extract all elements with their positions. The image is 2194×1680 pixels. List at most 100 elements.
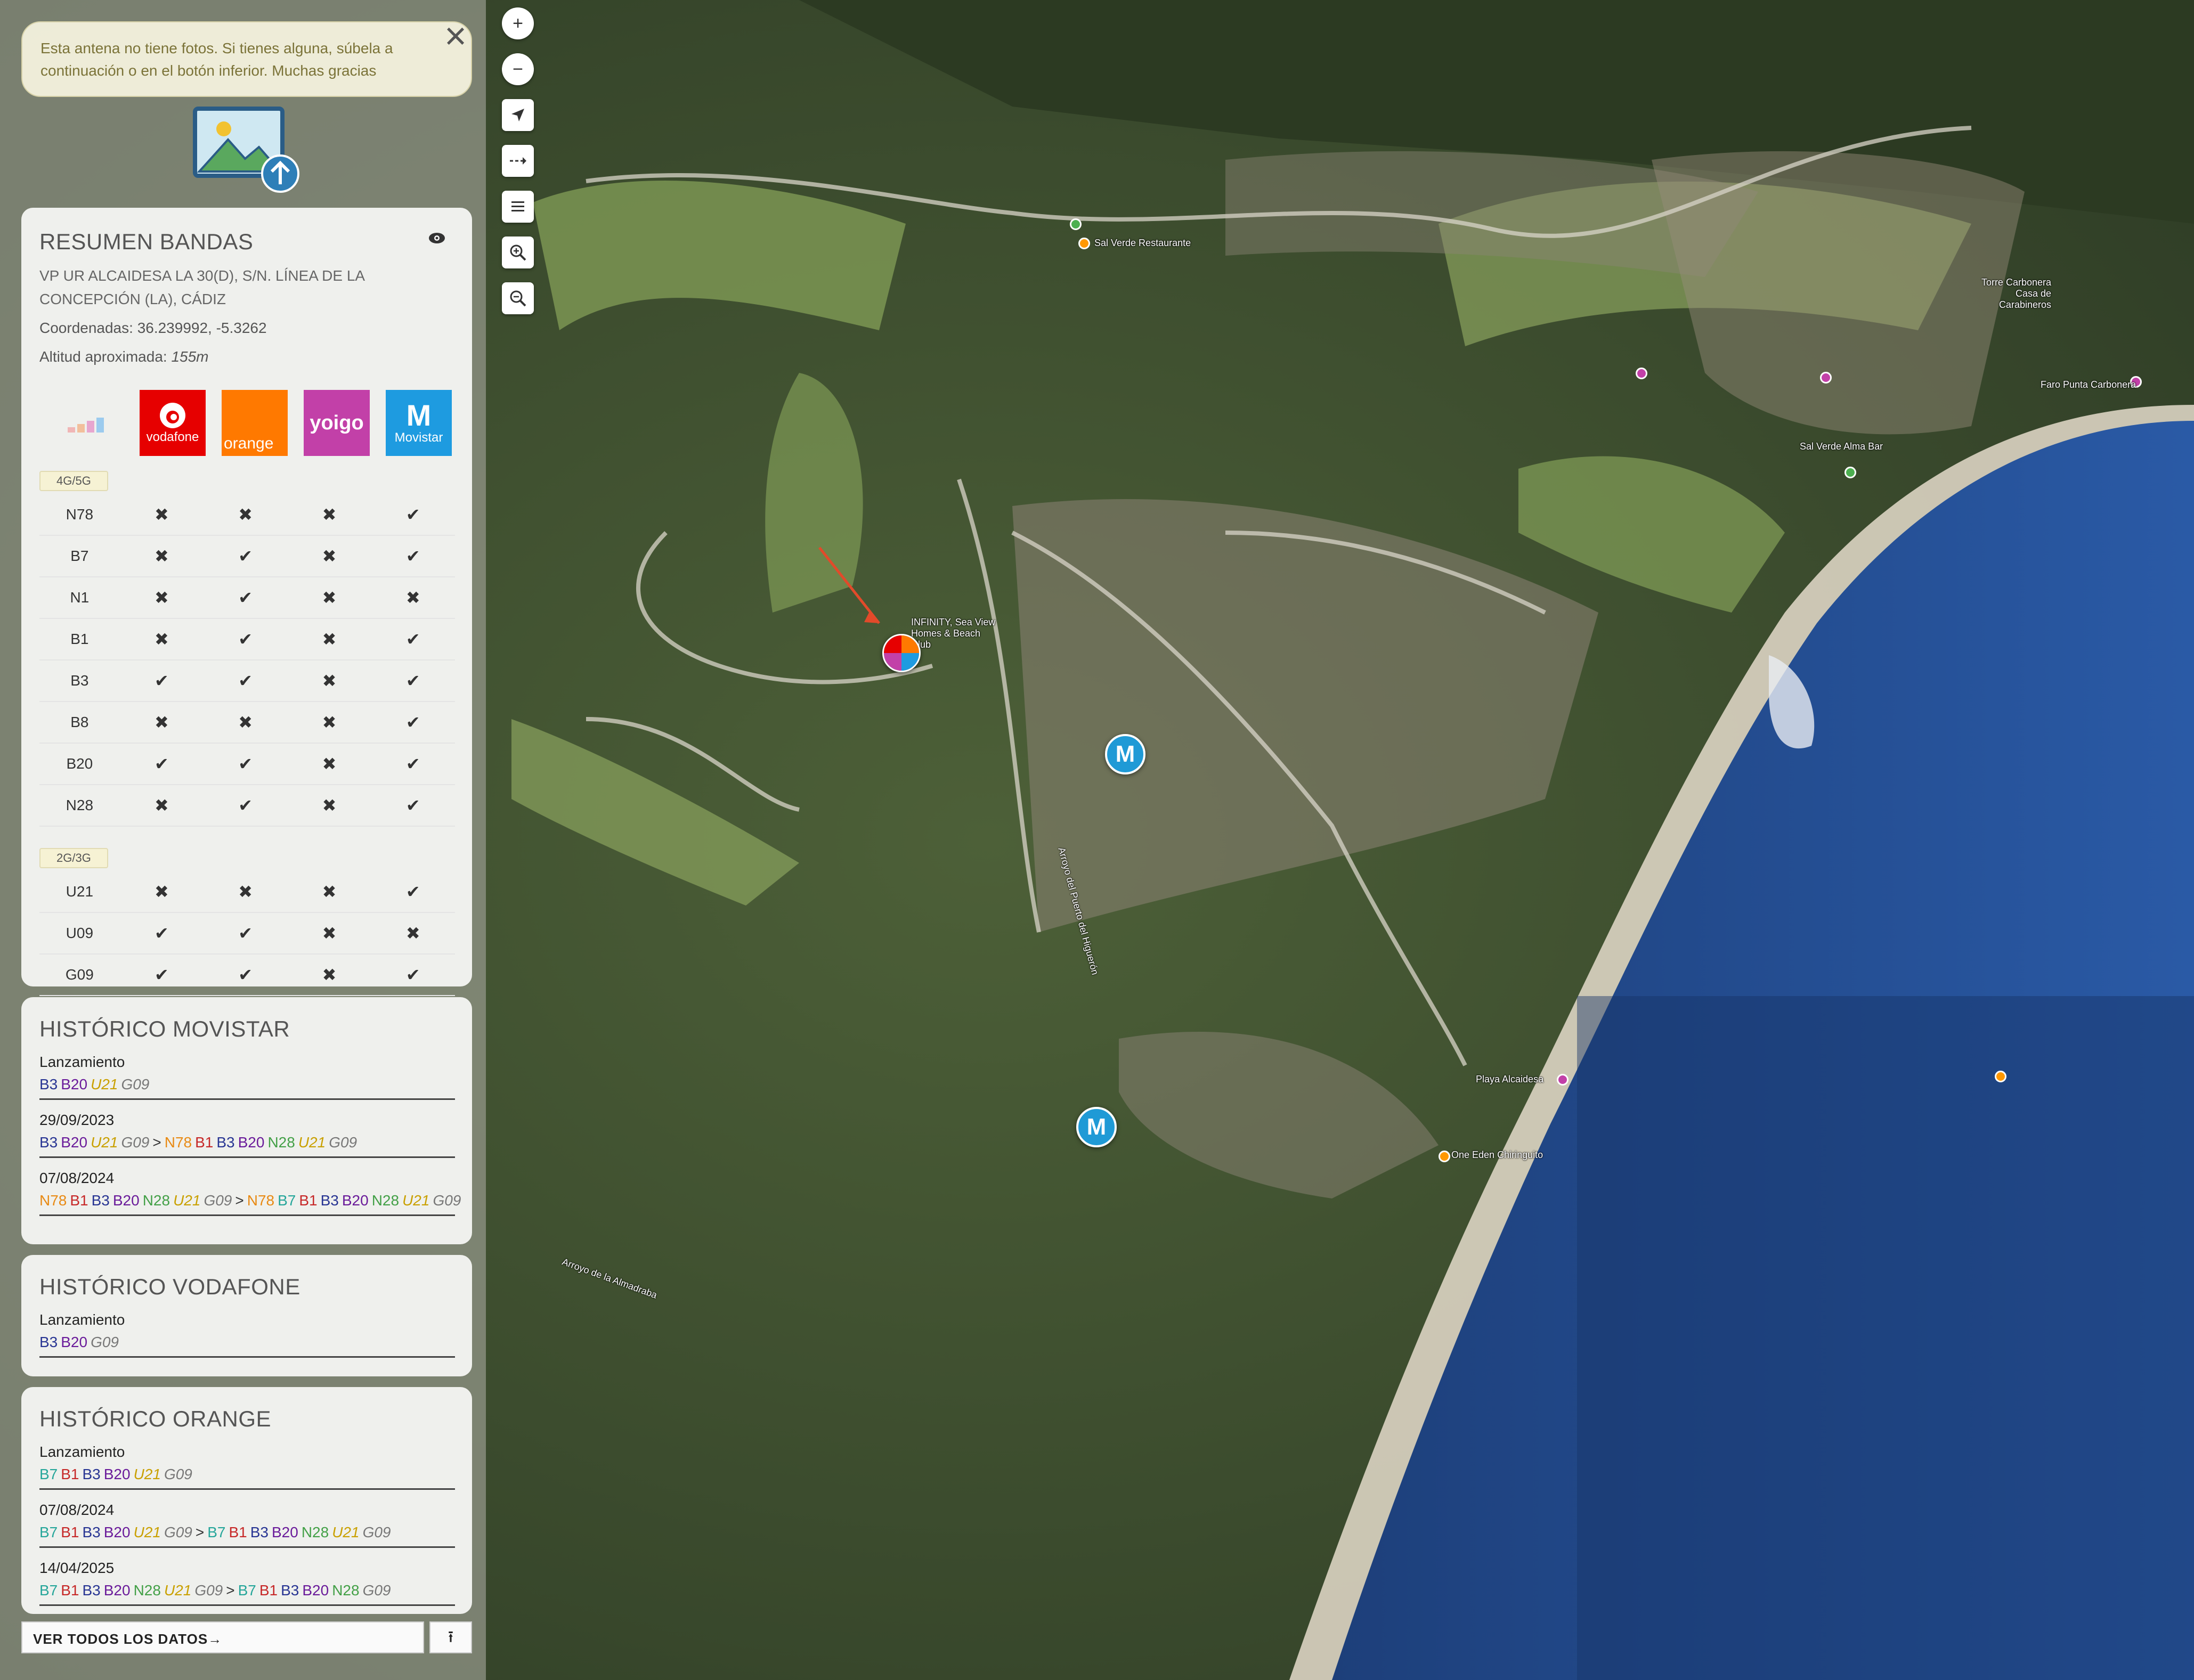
change-arrow: > xyxy=(226,1582,235,1599)
band-tag: N28 xyxy=(371,1192,400,1209)
band-tag: B3 xyxy=(39,1334,58,1350)
band-tag: B3 xyxy=(91,1192,110,1209)
history-title: HISTÓRICO VODAFONE xyxy=(39,1274,300,1299)
band-tag: N28 xyxy=(301,1524,329,1540)
band-name: N1 xyxy=(39,577,120,619)
band-tag: B3 xyxy=(216,1134,235,1151)
band-tag: G09 xyxy=(121,1134,150,1151)
check-icon: ✔ xyxy=(204,660,288,702)
band-tag: B1 xyxy=(61,1582,79,1599)
band-tag: B20 xyxy=(103,1524,131,1540)
navigation-arrow-icon xyxy=(511,109,524,121)
band-tag: B3 xyxy=(39,1134,58,1151)
change-arrow: > xyxy=(235,1192,244,1209)
history-bands: B7 B1 B3 B20 N28 U21 G09 > B7 B1 B3 B20 N28 G09 xyxy=(39,1580,455,1601)
poi-marker[interactable] xyxy=(1557,1074,1569,1086)
poi-marker[interactable] xyxy=(1636,368,1647,379)
history-entry: Lanzamiento B7 B1 B3 B20 U21 G09 xyxy=(39,1444,455,1490)
cross-icon: ✖ xyxy=(119,785,204,827)
poi-marker[interactable] xyxy=(1995,1071,2006,1082)
search-zoom-in-button[interactable] xyxy=(502,236,534,268)
cross-icon: ✖ xyxy=(371,577,455,619)
band-tag: B7 xyxy=(39,1582,58,1599)
history-bands: B3 B20 G09 xyxy=(39,1332,455,1353)
poi-marker[interactable] xyxy=(1844,467,1856,478)
zoom-in-button[interactable]: + xyxy=(502,7,534,39)
map-label: One Eden Chiringuito xyxy=(1451,1149,1543,1160)
band-tag: N28 xyxy=(267,1134,295,1151)
upload-photo-button[interactable] xyxy=(192,105,304,195)
check-icon: ✔ xyxy=(204,577,288,619)
band-tag: B20 xyxy=(61,1134,88,1151)
map-label: Playa Alcaidesa xyxy=(1476,1074,1544,1084)
history-date: Lanzamiento xyxy=(39,1054,125,1070)
band-tag: B3 xyxy=(250,1524,269,1540)
band-tag: B20 xyxy=(238,1134,265,1151)
notice-text: Esta antena no tiene fotos. Si tienes al… xyxy=(40,40,393,79)
movistar-logo[interactable]: M Movistar xyxy=(386,390,452,456)
layers-menu-button[interactable] xyxy=(502,191,534,223)
zoom-out-button[interactable]: − xyxy=(502,53,534,85)
selected-antenna-marker[interactable] xyxy=(882,634,921,672)
band-tag: B20 xyxy=(272,1524,298,1540)
search-zoom-out-button[interactable] xyxy=(502,282,534,314)
history-bands: B3 B20 U21 G09 > N78 B1 B3 B20 N28 U21 G09 xyxy=(39,1132,455,1153)
band-tag: G09 xyxy=(329,1134,357,1151)
yoigo-logo[interactable]: yoigo xyxy=(304,390,370,456)
group-tag-4g5g: 4G/5G xyxy=(39,471,108,491)
vodafone-logo[interactable]: vodafone xyxy=(140,390,206,456)
vodafone-speechmark-icon xyxy=(160,403,185,428)
altitude: Altitud aproximada: 155m xyxy=(39,345,455,369)
close-icon[interactable]: × xyxy=(439,17,472,55)
history-bands: B3 B20 U21 G09 xyxy=(39,1074,455,1095)
movistar-antenna-marker[interactable]: M xyxy=(1105,734,1145,774)
movistar-m-icon: M xyxy=(406,398,432,432)
view-all-data-button[interactable]: VER TODOS LOS DATOS→ xyxy=(21,1621,424,1653)
band-name: U21 xyxy=(39,871,120,913)
band-tag: B1 xyxy=(61,1524,79,1540)
map-label: Sal Verde Restaurante xyxy=(1094,238,1191,248)
band-tag: B20 xyxy=(103,1466,131,1482)
check-icon: ✔ xyxy=(119,660,204,702)
band-tag: U21 xyxy=(332,1524,360,1540)
check-icon: ✔ xyxy=(371,702,455,744)
cross-icon: ✖ xyxy=(204,702,288,744)
orange-logo[interactable]: orange xyxy=(222,390,288,456)
upload-icon[interactable]: ⭱ xyxy=(429,1621,472,1653)
operator-name: Movistar xyxy=(394,430,443,445)
cross-icon: ✖ xyxy=(204,494,288,536)
cross-icon: ✖ xyxy=(287,912,371,955)
check-icon: ✔ xyxy=(119,743,204,785)
band-name: B3 xyxy=(39,660,120,702)
cross-icon: ✖ xyxy=(287,577,371,619)
band-row: B3 ✔ ✔ ✖ ✔ xyxy=(39,660,455,702)
measure-button[interactable] xyxy=(502,145,534,177)
movistar-antenna-marker[interactable]: M xyxy=(1076,1107,1117,1147)
poi-marker[interactable] xyxy=(1078,238,1090,249)
cross-icon: ✖ xyxy=(287,618,371,660)
check-icon: ✔ xyxy=(204,785,288,827)
history-date: Lanzamiento xyxy=(39,1444,125,1460)
band-tag: U21 xyxy=(133,1466,161,1482)
band-row: U09 ✔ ✔ ✖ ✖ xyxy=(39,912,455,955)
locate-button[interactable] xyxy=(502,99,534,131)
operator-name: vodafone xyxy=(146,430,199,444)
band-tag: U21 xyxy=(91,1076,118,1092)
band-tag: B20 xyxy=(103,1582,131,1599)
poi-marker[interactable] xyxy=(1820,372,1832,384)
band-tag: N28 xyxy=(133,1582,161,1599)
eye-icon[interactable] xyxy=(428,230,445,248)
menu-icon xyxy=(511,201,524,211)
history-bands: B7 B1 B3 B20 U21 G09 > B7 B1 B3 B20 N28 U21 G09 xyxy=(39,1522,455,1543)
change-arrow: > xyxy=(195,1524,205,1540)
cross-icon: ✖ xyxy=(204,871,288,913)
poi-marker[interactable] xyxy=(1070,218,1082,230)
band-tag: B20 xyxy=(302,1582,329,1599)
history-orange-card: HISTÓRICO ORANGE Lanzamiento B7 B1 B3 B20 U21… xyxy=(21,1387,472,1614)
cross-icon: ✖ xyxy=(119,871,204,913)
poi-marker[interactable] xyxy=(1439,1151,1450,1162)
band-tag: N28 xyxy=(332,1582,360,1599)
band-tag: B3 xyxy=(39,1076,58,1092)
altitude-label: Altitud aproximada: xyxy=(39,348,167,365)
band-tag: N78 xyxy=(247,1192,275,1209)
